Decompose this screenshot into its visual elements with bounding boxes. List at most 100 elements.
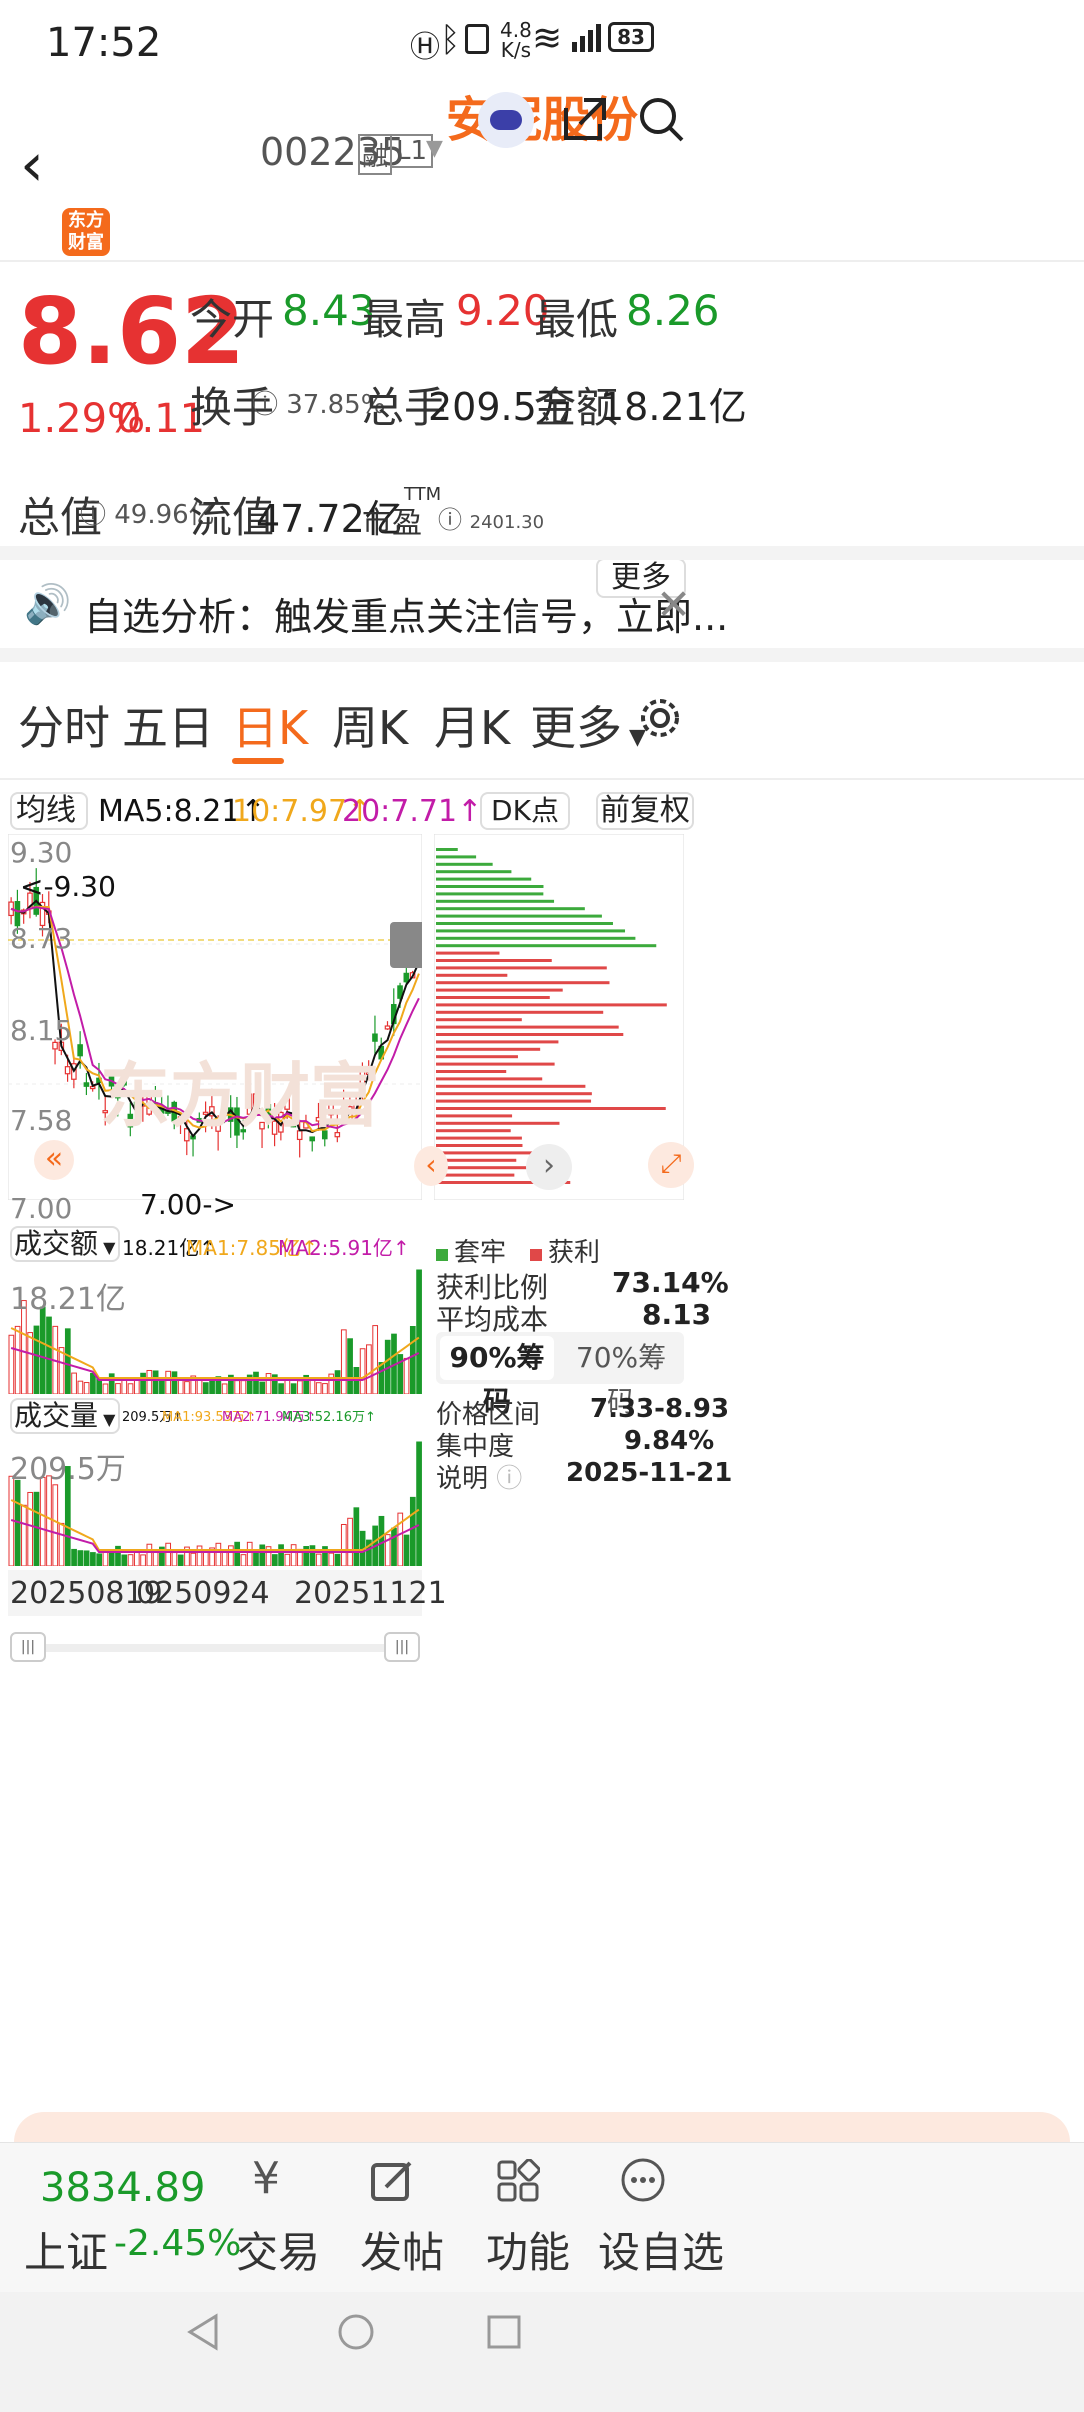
tab-70-chips[interactable]: 70%筹码	[564, 1336, 678, 1418]
volume-bar	[39, 1476, 46, 1566]
open-label: 今开	[190, 295, 275, 344]
robot-assistant-icon[interactable]	[478, 92, 534, 148]
trade-icon[interactable]: ¥	[236, 2153, 296, 2204]
logo-text: 东方 财富	[68, 210, 104, 253]
volume-bar	[271, 1554, 278, 1566]
chip-next-button[interactable]: ›	[526, 1144, 572, 1190]
notice-text[interactable]: 自选分析：触发重点关注信号，立即...	[84, 586, 728, 641]
period-tabs: 分时 五日 日K 周K 月K 更多 ▼	[0, 662, 1084, 780]
price-axis-min: 7.00	[10, 1192, 73, 1225]
range-slider-left-handle[interactable]: |||	[10, 1632, 46, 1662]
legend-profit: 获利	[530, 1232, 600, 1269]
range-slider-right-handle[interactable]: |||	[384, 1632, 420, 1662]
volume-bar	[259, 1381, 266, 1394]
hd-icon: Ⓗ	[410, 30, 440, 65]
index-name[interactable]: 上证	[24, 2219, 108, 2280]
index-change[interactable]: -2.45%	[114, 2223, 241, 2264]
volume-bar	[215, 1542, 222, 1566]
tab-monthly-k[interactable]: 月K	[434, 692, 510, 758]
volume-bar	[416, 1441, 422, 1566]
volume-bar	[240, 1554, 247, 1566]
status-time: 17:52	[46, 20, 162, 66]
chip-bar	[436, 1077, 543, 1081]
adjust-selector[interactable]: 前复权	[596, 792, 694, 830]
gear-icon[interactable]	[640, 698, 680, 738]
volume-bar	[403, 1357, 410, 1394]
avg-cost-value: 8.13	[642, 1298, 712, 1331]
search-icon[interactable]	[638, 96, 686, 144]
chip-bar	[436, 936, 636, 940]
header: ‹ 东方 财富 安妮股份 002235 融 L1 ▼	[0, 92, 1084, 262]
ma-selector[interactable]: 均线 ▼	[10, 792, 88, 862]
notice-bar[interactable]: 🔊 自选分析：触发重点关注信号，立即... ✕	[0, 546, 1084, 662]
functions-icon[interactable]	[496, 2159, 540, 2203]
volume-bar	[58, 1522, 65, 1566]
panel-collapse-arrow[interactable]	[390, 922, 422, 968]
post-label[interactable]: 发帖	[360, 2219, 444, 2280]
volume-bar	[347, 1338, 353, 1394]
date-end: 20251121	[294, 1576, 447, 1611]
volume-bar	[253, 1551, 259, 1566]
volume-bar	[115, 1383, 121, 1394]
tab-daily-k[interactable]: 日K	[232, 692, 308, 758]
volume-bar	[14, 1325, 21, 1394]
amount-selector[interactable]: 成交额 ▼	[10, 1226, 120, 1262]
more-dots-icon[interactable]	[620, 2157, 666, 2203]
back-icon[interactable]: ‹	[20, 130, 44, 200]
chip-bar	[436, 870, 512, 874]
close-icon[interactable]: ✕	[656, 580, 691, 629]
chip-bar	[436, 914, 602, 918]
chip-bar	[436, 988, 563, 992]
chip-bar	[436, 1084, 586, 1088]
volume-bar	[409, 1496, 416, 1566]
watchlist-label[interactable]: 设自选	[598, 2219, 724, 2280]
chip-bar	[436, 899, 555, 903]
chip-bar	[436, 1121, 560, 1125]
chip-distribution-chart	[434, 834, 684, 1200]
tab-90-chips[interactable]: 90%筹码	[440, 1336, 554, 1418]
volume-bar	[372, 1325, 379, 1394]
chip-bar	[436, 1062, 555, 1066]
nav-recents-icon[interactable]	[486, 2314, 522, 2350]
chevron-down-icon[interactable]: ▼	[426, 136, 443, 161]
range-slider-track[interactable]	[28, 1644, 404, 1652]
chip-bar	[436, 892, 544, 896]
price-axis-2: 8.73	[10, 922, 73, 955]
trade-label[interactable]: 交易	[236, 2219, 320, 2280]
volume-bar	[184, 1381, 190, 1394]
chip-bar	[436, 862, 493, 866]
volume-bar	[108, 1550, 115, 1566]
volume-bar	[90, 1372, 96, 1394]
volume-bar	[309, 1545, 316, 1566]
volume-bar	[234, 1541, 241, 1566]
volume-bar	[77, 1380, 84, 1394]
chip-bar	[436, 1173, 515, 1177]
nav-home-icon[interactable]	[336, 2312, 376, 2352]
tab-more[interactable]: 更多 ▼	[530, 692, 646, 758]
chip-bar	[436, 1003, 667, 1007]
functions-label[interactable]: 功能	[486, 2219, 570, 2280]
signal-icon	[572, 24, 601, 52]
chip-bar	[436, 929, 626, 933]
volume-bar	[284, 1379, 291, 1394]
high-marker: <-9.30	[20, 870, 116, 903]
chip-bar	[436, 1158, 517, 1162]
tab-intraday[interactable]: 分时	[18, 692, 110, 758]
volume-selector[interactable]: 成交量 ▼	[10, 1398, 120, 1434]
dk-point-selector[interactable]: DK点 ◢	[480, 792, 570, 861]
index-value[interactable]: 3834.89	[40, 2165, 205, 2211]
chip-prev-button[interactable]: ‹	[414, 1146, 448, 1186]
chip-bar	[436, 1025, 619, 1029]
expand-icon[interactable]: ⤢	[648, 1142, 694, 1188]
post-icon[interactable]	[370, 2159, 414, 2203]
volume-axis-max: 209.5万	[10, 1452, 126, 1487]
share-icon[interactable]	[562, 96, 608, 142]
candle-body	[77, 1044, 83, 1057]
nav-back-icon[interactable]	[186, 2312, 220, 2352]
tab-five-day[interactable]: 五日	[122, 692, 214, 758]
speaker-icon: 🔊	[24, 582, 72, 626]
scroll-left-button[interactable]: «	[34, 1140, 74, 1180]
bluetooth-icon: ᛒ	[440, 20, 461, 60]
tab-weekly-k[interactable]: 周K	[332, 692, 408, 758]
bottom-nav: 3834.89 上证 -2.45% ¥ 交易 发帖 功能 设自选	[0, 2142, 1084, 2292]
